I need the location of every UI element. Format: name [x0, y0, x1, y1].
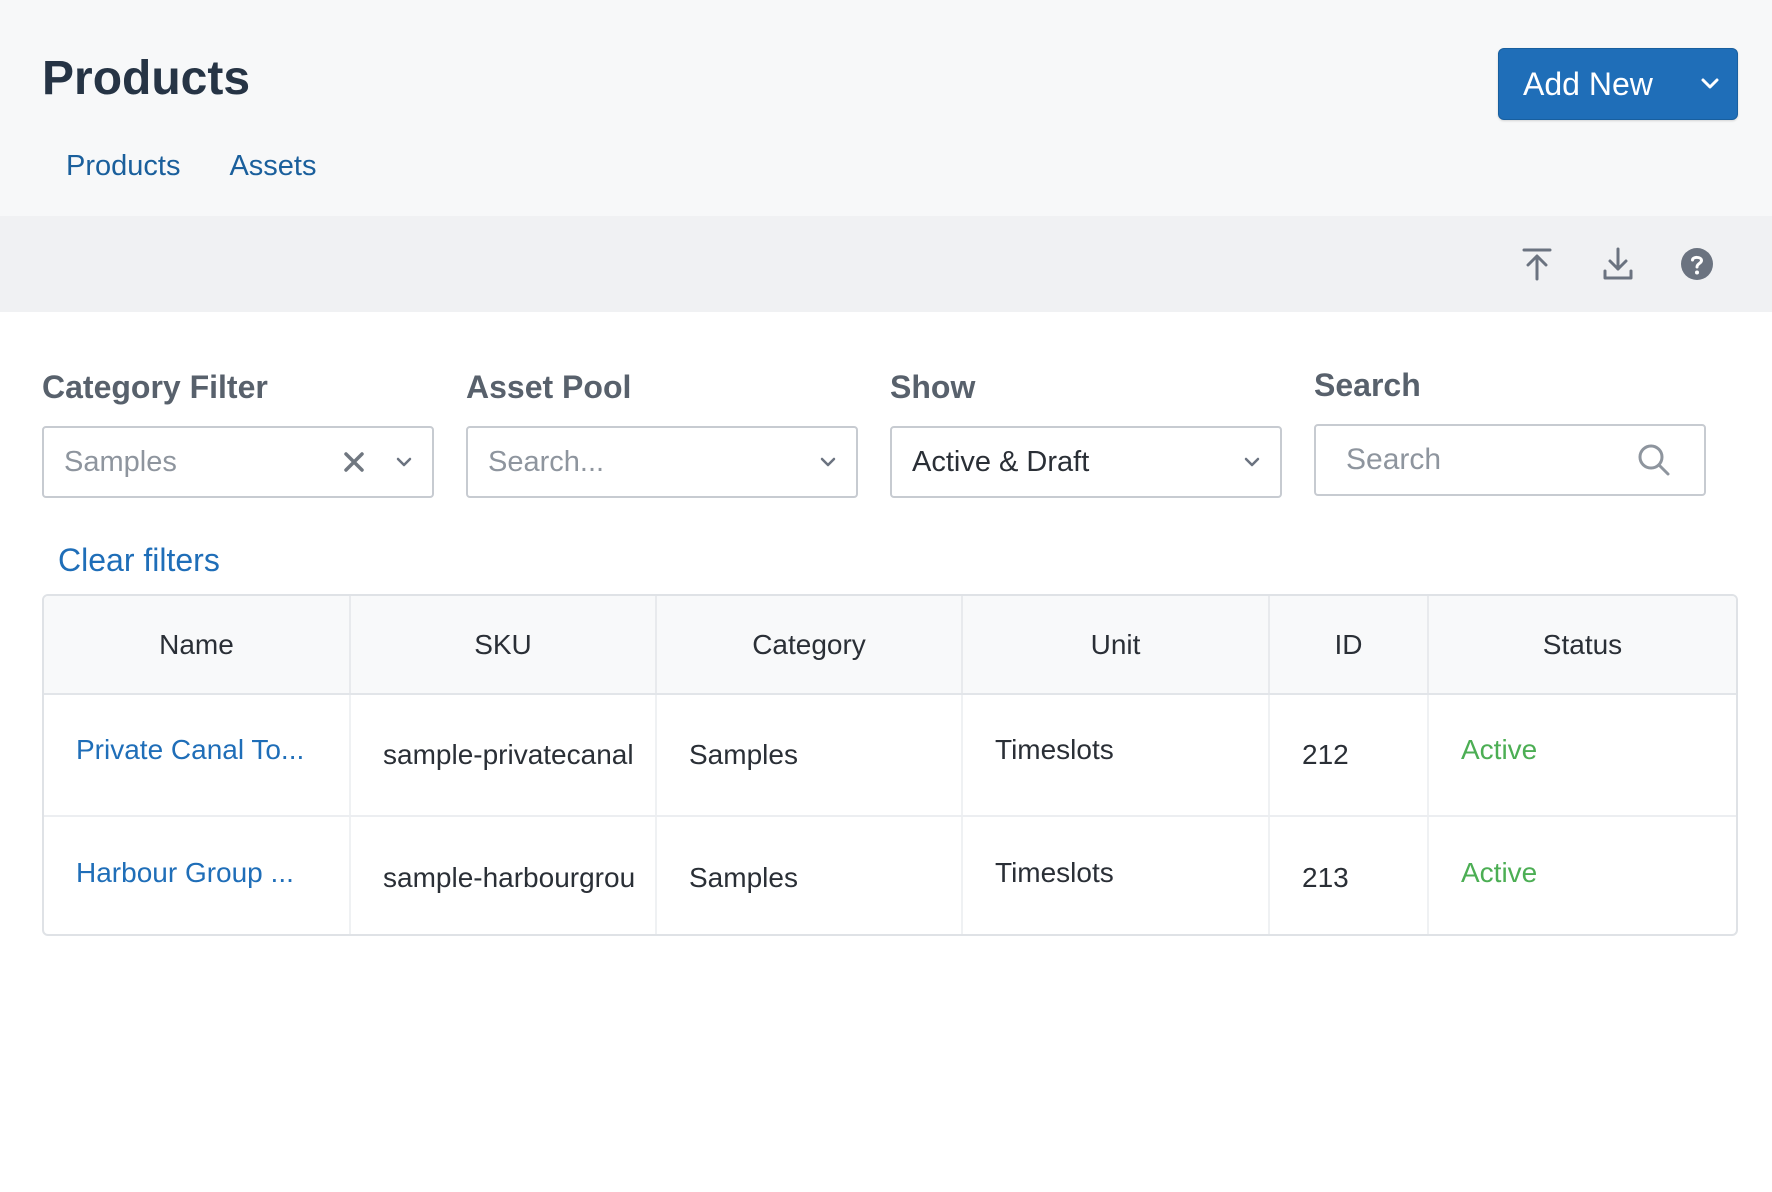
search-icon[interactable]: [1636, 442, 1672, 478]
toolbar: [0, 216, 1772, 312]
column-header-category[interactable]: Category: [656, 596, 963, 695]
category-cell: Samples: [656, 694, 963, 817]
clear-selection-icon[interactable]: [332, 428, 376, 496]
chevron-down-icon: [1224, 428, 1280, 496]
sku-cell: sample-harbourgrou: [350, 816, 657, 934]
upload-icon[interactable]: [1519, 246, 1555, 282]
search-label: Search: [1314, 367, 1421, 403]
category-filter-select[interactable]: Samples: [42, 426, 434, 498]
product-name[interactable]: Private Canal To...: [76, 734, 304, 765]
asset-pool-placeholder: Search...: [488, 445, 605, 478]
add-new-button[interactable]: Add New: [1498, 48, 1738, 120]
status-cell: Active: [1428, 816, 1736, 934]
unit-value: Timeslots: [995, 734, 1114, 765]
product-name[interactable]: Harbour Group ...: [76, 857, 294, 888]
sku-cell: sample-privatecanal: [350, 694, 657, 817]
products-table: Name SKU Category Unit ID Status Private…: [42, 594, 1738, 936]
id-cell: 212: [1269, 694, 1429, 817]
product-name-link[interactable]: Harbour Group ...: [44, 816, 351, 934]
table-row[interactable]: Harbour Group ... sample-harbourgrou Sam…: [44, 816, 1736, 934]
page-title: Products: [42, 52, 251, 105]
add-new-label: Add New: [1523, 65, 1653, 102]
chevron-down-icon[interactable]: [1683, 72, 1737, 96]
asset-pool-select[interactable]: Search...: [466, 426, 858, 498]
help-icon[interactable]: [1679, 246, 1715, 282]
table-row[interactable]: Private Canal To... sample-privatecanal …: [44, 694, 1736, 817]
category-filter-value: Samples: [64, 445, 177, 478]
table-header-row: Name SKU Category Unit ID Status: [44, 596, 1736, 695]
show-value: Active & Draft: [912, 445, 1090, 478]
tab-assets[interactable]: Assets: [229, 148, 316, 184]
status-value: Active: [1461, 734, 1538, 765]
unit-cell: Timeslots: [962, 694, 1270, 817]
clear-filters-link[interactable]: Clear filters: [58, 540, 220, 580]
show-select[interactable]: Active & Draft: [890, 426, 1282, 498]
column-header-unit[interactable]: Unit: [962, 596, 1270, 695]
tab-products[interactable]: Products: [66, 148, 180, 184]
column-header-status[interactable]: Status: [1428, 596, 1736, 695]
status-value: Active: [1461, 856, 1538, 888]
id-cell: 213: [1269, 816, 1429, 934]
product-name-link[interactable]: Private Canal To...: [44, 694, 351, 817]
category-filter-label: Category Filter: [42, 369, 268, 405]
chevron-down-icon: [376, 428, 432, 496]
download-icon[interactable]: [1600, 246, 1636, 282]
asset-pool-label: Asset Pool: [466, 369, 632, 405]
show-label: Show: [890, 369, 976, 405]
column-header-id[interactable]: ID: [1269, 596, 1429, 695]
unit-value: Timeslots: [995, 856, 1114, 888]
category-cell: Samples: [656, 816, 963, 934]
chevron-down-icon: [800, 428, 856, 496]
tab-bar: Products Assets: [66, 148, 316, 184]
status-cell: Active: [1428, 694, 1736, 817]
unit-cell: Timeslots: [962, 816, 1270, 934]
column-header-sku[interactable]: SKU: [350, 596, 657, 695]
page-header: Products Add New Products Assets: [0, 0, 1772, 216]
column-header-name[interactable]: Name: [44, 596, 351, 695]
